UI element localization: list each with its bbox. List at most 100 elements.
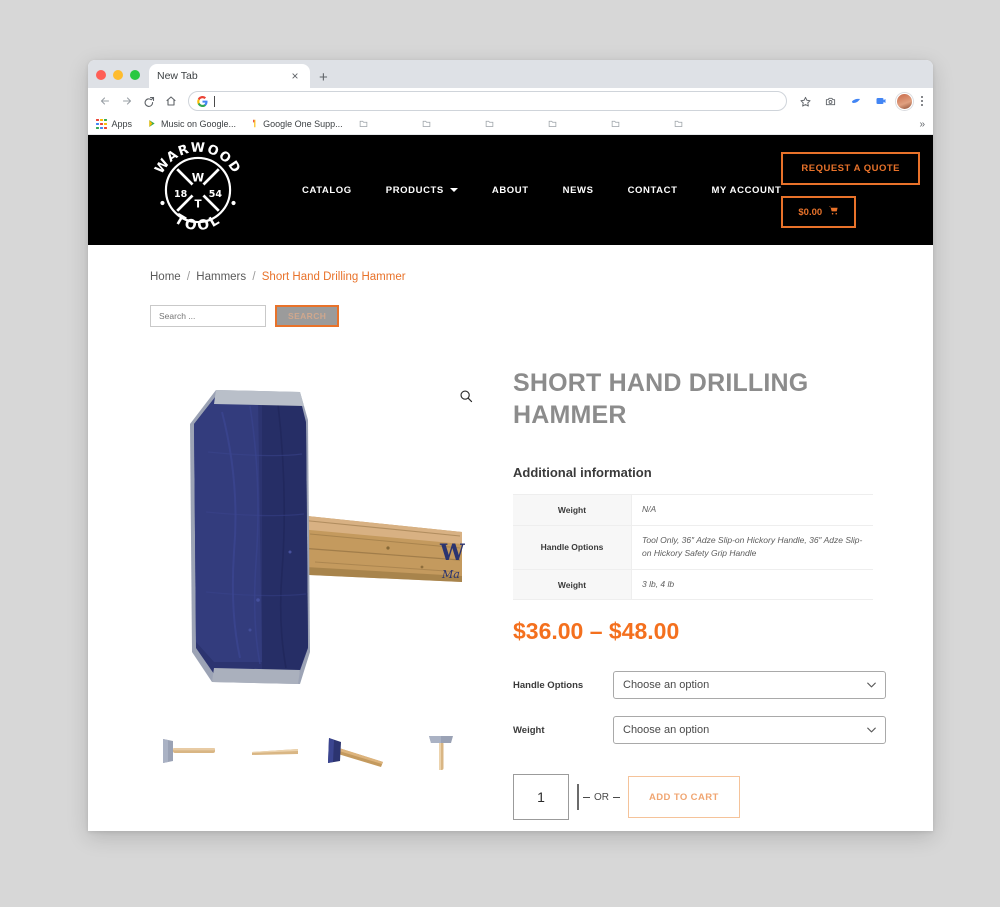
three-dot-menu-icon[interactable] <box>918 95 927 107</box>
maximize-window-button[interactable] <box>130 70 140 80</box>
page-content: Home / Hammers / Short Hand Drilling Ham… <box>88 245 933 821</box>
page-viewport: WARWOOD TOOL W T 18 54 CATALOG PRODUCTS … <box>88 135 933 830</box>
back-arrow-icon[interactable] <box>95 91 115 111</box>
gray-head-hammer-thumbnail[interactable] <box>150 720 233 782</box>
nav-label: CATALOG <box>302 184 352 196</box>
minimize-window-button[interactable] <box>113 70 123 80</box>
nav-item-news[interactable]: NEWS <box>563 185 594 196</box>
breadcrumb-home[interactable]: Home <box>150 271 181 283</box>
folder-icon <box>485 119 494 130</box>
address-bar[interactable] <box>188 91 787 111</box>
magnifier-zoom-icon[interactable] <box>459 389 473 408</box>
profile-avatar-icon[interactable] <box>895 92 913 110</box>
google-meet-icon[interactable] <box>871 91 891 111</box>
page-root: New Tab × + Apps Music on Google... Goog… <box>0 0 1000 907</box>
bookmarks-overflow-button[interactable]: » <box>919 119 925 130</box>
add-to-cart-row: OR ADD TO CART <box>513 774 886 821</box>
table-row: Handle Options Tool Only, 36″ Adze Slip-… <box>513 525 873 570</box>
folder-icon <box>422 119 431 130</box>
new-tab-button[interactable]: + <box>319 70 328 85</box>
browser-tab-title: New Tab <box>157 70 198 82</box>
attribute-value: N/A <box>642 504 657 514</box>
gray-head-hammer-vertical-thumbnail[interactable] <box>399 720 482 782</box>
search-input[interactable] <box>150 305 266 327</box>
screenshot-camera-icon[interactable] <box>821 91 841 111</box>
folder-icon <box>611 119 620 130</box>
breadcrumb: Home / Hammers / Short Hand Drilling Ham… <box>150 271 871 283</box>
or-divider: OR <box>577 784 620 811</box>
weight-select[interactable]: Choose an option <box>613 716 886 745</box>
cart-amount: $0.00 <box>798 206 823 218</box>
table-row: Weight N/A <box>513 494 873 526</box>
variation-weight: Weight Choose an option <box>513 716 886 745</box>
browser-window: New Tab × + Apps Music on Google... Goog… <box>88 60 933 831</box>
extension-icon[interactable] <box>846 91 866 111</box>
bookmark-google-one-support[interactable]: Google One Supp... <box>252 119 343 130</box>
breadcrumb-category[interactable]: Hammers <box>196 271 246 283</box>
bookmark-music-on-google[interactable]: Music on Google... <box>148 119 236 130</box>
bookmark-folder[interactable] <box>674 119 683 130</box>
page-title: SHORT HAND DRILLING HAMMER <box>513 369 809 429</box>
nav-label: ABOUT <box>491 184 529 196</box>
nav-item-about[interactable]: ABOUT <box>492 185 529 196</box>
blue-head-hammer-angled-thumbnail[interactable] <box>316 720 399 782</box>
nav-item-products[interactable]: PRODUCTS <box>386 185 458 196</box>
nav-item-my-account[interactable]: MY ACCOUNT <box>712 185 782 196</box>
bookmark-apps[interactable]: Apps <box>96 118 133 130</box>
bookmark-folder[interactable] <box>422 119 431 130</box>
variation-handle-options: Handle Options Choose an option <box>513 671 886 700</box>
folder-icon <box>359 119 368 130</box>
browser-toolbar <box>88 88 933 114</box>
request-a-quote-button[interactable]: REQUEST A QUOTE <box>781 152 921 185</box>
nav-item-contact[interactable]: CONTACT <box>628 185 678 196</box>
nav-item-catalog[interactable]: CATALOG <box>302 185 352 196</box>
variation-label: Handle Options <box>513 679 584 691</box>
chevron-down-icon <box>867 725 876 736</box>
product-summary: W Ma SHORT HAND DRILLING HAMMER Addition… <box>150 359 886 821</box>
attribute-label: Handle Options <box>513 525 632 570</box>
or-divider-bar <box>577 784 579 811</box>
bookmarks-bar: Apps Music on Google... Google One Supp.… <box>88 114 933 135</box>
attribute-label: Weight <box>513 569 632 600</box>
reload-icon[interactable] <box>139 91 159 111</box>
blue-drilling-hammer-image: W Ma <box>190 389 465 684</box>
wood-handle-only-thumbnail[interactable] <box>233 720 316 782</box>
product-gallery: W Ma <box>150 359 485 820</box>
browser-tab-strip: New Tab × + <box>88 60 933 88</box>
table-row: Weight 3 lb, 4 lb <box>513 569 873 600</box>
bookmark-folder[interactable] <box>548 119 557 130</box>
browser-tab[interactable]: New Tab × <box>149 64 310 88</box>
apps-grid-icon <box>96 118 107 130</box>
forward-arrow-icon[interactable] <box>117 91 137 111</box>
bookmark-label: Music on Google... <box>161 119 237 129</box>
search-button[interactable]: SEARCH <box>275 305 340 327</box>
window-controls <box>96 70 149 88</box>
bookmark-folder[interactable] <box>485 119 494 130</box>
additional-information-table: Weight N/A Handle Options Tool Only, 36″… <box>513 494 873 600</box>
warwood-tool-logo[interactable]: WARWOOD TOOL W T 18 54 <box>146 138 250 242</box>
close-window-button[interactable] <box>96 70 106 80</box>
cart-button[interactable]: $0.00 <box>781 196 857 228</box>
handle-options-select[interactable]: Choose an option <box>613 671 886 700</box>
attribute-label: Weight <box>513 494 632 526</box>
close-tab-icon[interactable]: × <box>288 70 302 82</box>
svg-text:54: 54 <box>209 189 223 200</box>
bookmark-folder[interactable] <box>359 119 368 130</box>
svg-text:T: T <box>194 198 202 210</box>
bookmark-label: Google One Supp... <box>263 119 343 129</box>
quantity-input[interactable] <box>513 774 569 821</box>
product-variations: Handle Options Choose an option Weight C… <box>513 671 886 745</box>
or-dash-right <box>613 796 620 798</box>
home-icon[interactable] <box>161 91 181 111</box>
bookmark-folder[interactable] <box>611 119 620 130</box>
bookmark-label: Apps <box>111 119 133 129</box>
bookmark-star-icon[interactable] <box>796 91 816 111</box>
svg-text:W: W <box>439 540 465 566</box>
site-search: SEARCH <box>150 305 871 327</box>
product-main-image[interactable]: W Ma <box>150 359 485 714</box>
primary-navigation: CATALOG PRODUCTS ABOUT NEWS CONTACT MY A… <box>302 185 781 196</box>
or-label: OR <box>594 791 609 803</box>
add-to-cart-button[interactable]: ADD TO CART <box>628 776 740 819</box>
chevron-down-icon <box>867 680 876 691</box>
selected-option: Choose an option <box>623 724 710 737</box>
